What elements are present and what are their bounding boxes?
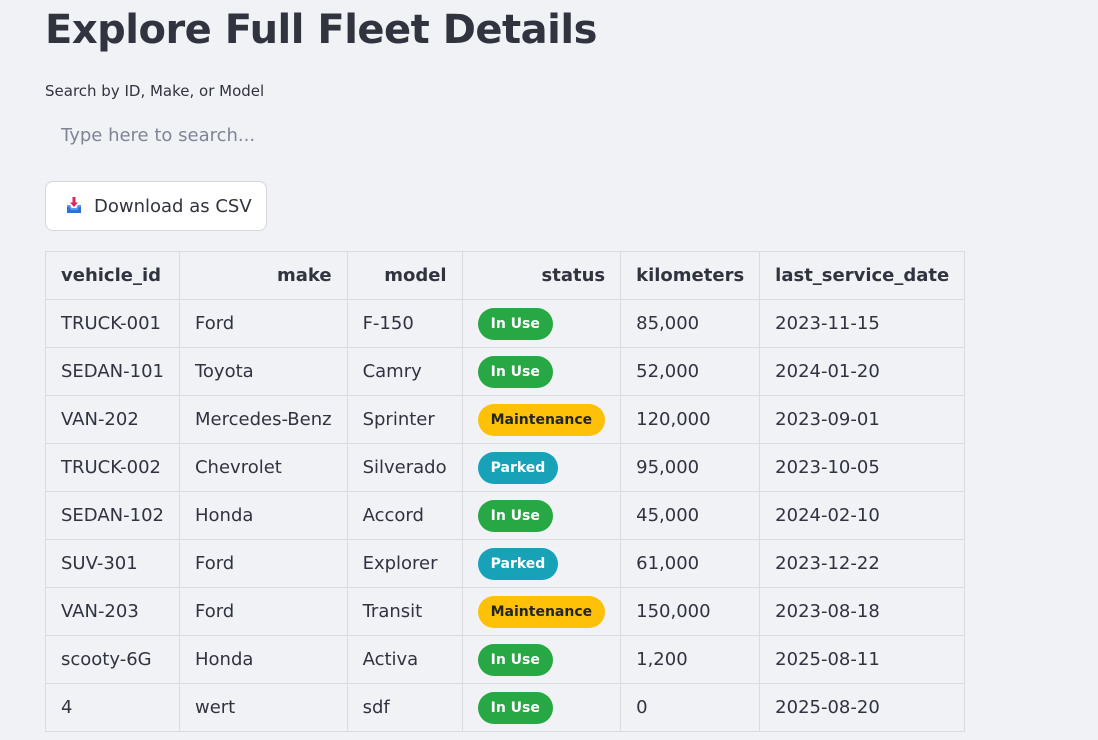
cell-kilometers: 85,000 [620, 299, 761, 348]
cell-vehicle-id: scooty-6G [45, 635, 180, 684]
cell-make: Mercedes-Benz [178, 395, 348, 444]
cell-last-service-date: 2023-11-15 [759, 299, 966, 348]
cell-model: sdf [346, 683, 463, 732]
column-header-vehicle-id[interactable]: vehicle_id [45, 251, 180, 300]
cell-last-service-date: 2023-10-05 [759, 443, 966, 492]
cell-vehicle-id: SEDAN-101 [45, 347, 180, 396]
fleet-page: Explore Full Fleet Details Search by ID,… [0, 0, 1098, 740]
download-csv-label: Download as CSV [94, 195, 252, 217]
status-badge: In Use [477, 499, 553, 532]
table-row[interactable]: SEDAN-102 Honda Accord In Use 45,000 2024-02-… [45, 491, 966, 540]
table-row[interactable]: SEDAN-101 Toyota Camry In Use 52,000 2024-01-… [45, 347, 966, 396]
cell-last-service-date: 2025-08-11 [759, 635, 966, 684]
cell-make: Ford [178, 299, 348, 348]
cell-model: Sprinter [346, 395, 463, 444]
cell-status: Maintenance [461, 395, 622, 444]
status-badge: In Use [477, 643, 553, 676]
status-badge: In Use [477, 307, 553, 340]
cell-last-service-date: 2025-08-20 [759, 683, 966, 732]
cell-make: Chevrolet [178, 443, 348, 492]
cell-make: Ford [178, 587, 348, 636]
cell-vehicle-id: SUV-301 [45, 539, 180, 588]
column-header-model[interactable]: model [346, 251, 463, 300]
status-badge: Maintenance [477, 595, 606, 628]
table-header-row: vehicle_id make model status kilometers … [45, 251, 966, 300]
cell-status: Parked [461, 443, 622, 492]
cell-kilometers: 120,000 [620, 395, 761, 444]
cell-vehicle-id: SEDAN-102 [45, 491, 180, 540]
cell-vehicle-id: TRUCK-001 [45, 299, 180, 348]
cell-kilometers: 1,200 [620, 635, 761, 684]
cell-status: In Use [461, 683, 622, 732]
cell-vehicle-id: VAN-202 [45, 395, 180, 444]
table-row[interactable]: TRUCK-001 Ford F-150 In Use 85,000 2023-11-15 [45, 299, 966, 348]
cell-vehicle-id: TRUCK-002 [45, 443, 180, 492]
table-row[interactable]: scooty-6G Honda Activa In Use 1,200 2025-08-1… [45, 635, 966, 684]
column-header-last-service-date[interactable]: last_service_date [759, 251, 966, 300]
cell-model: Activa [346, 635, 463, 684]
cell-model: Accord [346, 491, 463, 540]
page-title: Explore Full Fleet Details [45, 7, 597, 53]
cell-model: Explorer [346, 539, 463, 588]
cell-last-service-date: 2024-02-10 [759, 491, 966, 540]
status-badge: In Use [477, 691, 553, 724]
table-row[interactable]: SUV-301 Ford Explorer Parked 61,000 2023-12-2… [45, 539, 966, 588]
cell-make: Toyota [178, 347, 348, 396]
table-row[interactable]: VAN-203 Ford Transit Maintenance 150,000 2023… [45, 587, 966, 636]
cell-status: In Use [461, 347, 622, 396]
cell-status: In Use [461, 635, 622, 684]
cell-make: Honda [178, 635, 348, 684]
cell-status: In Use [461, 299, 622, 348]
cell-make: wert [178, 683, 348, 732]
cell-kilometers: 0 [620, 683, 761, 732]
column-header-kilometers[interactable]: kilometers [620, 251, 761, 300]
status-badge: Parked [477, 547, 559, 580]
search-label: Search by ID, Make, or Model [45, 82, 265, 100]
cell-model: F-150 [346, 299, 463, 348]
cell-kilometers: 95,000 [620, 443, 761, 492]
search-input[interactable] [45, 112, 1095, 158]
cell-make: Ford [178, 539, 348, 588]
table-row[interactable]: VAN-202 Mercedes-Benz Sprinter Maintenance 1… [45, 395, 966, 444]
cell-model: Silverado [346, 443, 463, 492]
cell-kilometers: 150,000 [620, 587, 761, 636]
cell-vehicle-id: 4 [45, 683, 180, 732]
table-row[interactable]: TRUCK-002 Chevrolet Silverado Parked 95,000 2… [45, 443, 966, 492]
status-badge: Parked [477, 451, 559, 484]
cell-status: Maintenance [461, 587, 622, 636]
cell-last-service-date: 2024-01-20 [759, 347, 966, 396]
column-header-status[interactable]: status [461, 251, 622, 300]
cell-last-service-date: 2023-12-22 [759, 539, 966, 588]
cell-model: Transit [346, 587, 463, 636]
cell-kilometers: 45,000 [620, 491, 761, 540]
inbox-tray-icon [64, 196, 84, 216]
cell-vehicle-id: VAN-203 [45, 587, 180, 636]
cell-status: In Use [461, 491, 622, 540]
cell-kilometers: 61,000 [620, 539, 761, 588]
table-row[interactable]: 4 wert sdf In Use 0 2025-08-20 [45, 683, 966, 732]
cell-status: Parked [461, 539, 622, 588]
cell-kilometers: 52,000 [620, 347, 761, 396]
cell-last-service-date: 2023-09-01 [759, 395, 966, 444]
status-badge: In Use [477, 355, 553, 388]
status-badge: Maintenance [477, 403, 606, 436]
cell-make: Honda [178, 491, 348, 540]
cell-model: Camry [346, 347, 463, 396]
fleet-table: vehicle_id make model status kilometers … [45, 251, 966, 732]
cell-last-service-date: 2023-08-18 [759, 587, 966, 636]
download-csv-button[interactable]: Download as CSV [45, 181, 267, 231]
column-header-make[interactable]: make [178, 251, 348, 300]
